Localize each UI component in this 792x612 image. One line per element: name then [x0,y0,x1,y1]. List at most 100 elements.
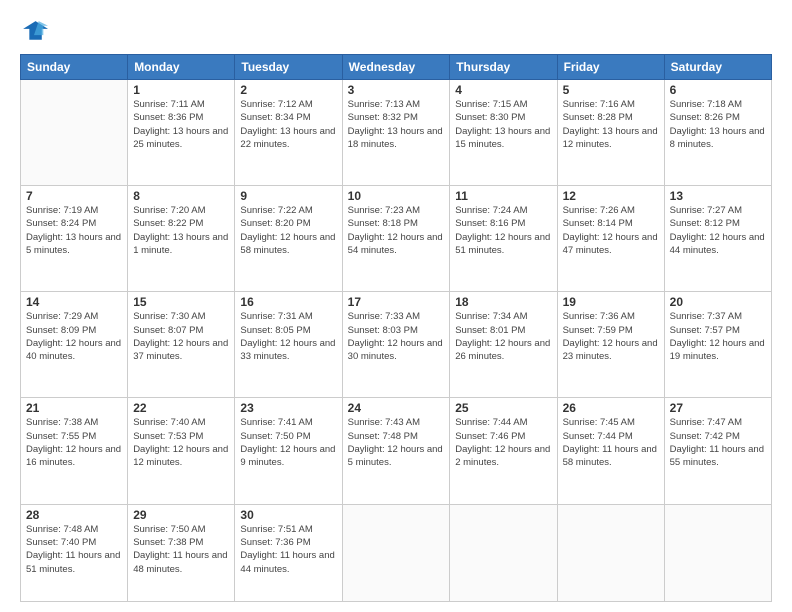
day-info: Sunrise: 7:18 AMSunset: 8:26 PMDaylight:… [670,98,766,151]
day-info: Sunrise: 7:23 AMSunset: 8:18 PMDaylight:… [348,204,445,257]
day-number: 2 [240,83,336,97]
day-info: Sunrise: 7:31 AMSunset: 8:05 PMDaylight:… [240,310,336,363]
day-number: 23 [240,401,336,415]
day-number: 6 [670,83,766,97]
day-number: 24 [348,401,445,415]
day-info: Sunrise: 7:27 AMSunset: 8:12 PMDaylight:… [670,204,766,257]
day-number: 13 [670,189,766,203]
day-number: 20 [670,295,766,309]
calendar-cell: 6Sunrise: 7:18 AMSunset: 8:26 PMDaylight… [664,80,771,186]
calendar-cell: 1Sunrise: 7:11 AMSunset: 8:36 PMDaylight… [128,80,235,186]
day-info: Sunrise: 7:11 AMSunset: 8:36 PMDaylight:… [133,98,229,151]
calendar-cell [664,504,771,601]
weekday-header-thursday: Thursday [450,55,557,80]
weekday-header-friday: Friday [557,55,664,80]
day-number: 17 [348,295,445,309]
day-info: Sunrise: 7:41 AMSunset: 7:50 PMDaylight:… [240,416,336,469]
day-number: 19 [563,295,659,309]
calendar-table: SundayMondayTuesdayWednesdayThursdayFrid… [20,54,772,602]
page: SundayMondayTuesdayWednesdayThursdayFrid… [0,0,792,612]
calendar-cell: 8Sunrise: 7:20 AMSunset: 8:22 PMDaylight… [128,186,235,292]
calendar-cell: 22Sunrise: 7:40 AMSunset: 7:53 PMDayligh… [128,398,235,504]
calendar-cell [557,504,664,601]
calendar-cell: 7Sunrise: 7:19 AMSunset: 8:24 PMDaylight… [21,186,128,292]
calendar-cell: 20Sunrise: 7:37 AMSunset: 7:57 PMDayligh… [664,292,771,398]
calendar-cell: 21Sunrise: 7:38 AMSunset: 7:55 PMDayligh… [21,398,128,504]
day-number: 5 [563,83,659,97]
day-info: Sunrise: 7:30 AMSunset: 8:07 PMDaylight:… [133,310,229,363]
day-info: Sunrise: 7:26 AMSunset: 8:14 PMDaylight:… [563,204,659,257]
calendar-cell: 27Sunrise: 7:47 AMSunset: 7:42 PMDayligh… [664,398,771,504]
weekday-header-sunday: Sunday [21,55,128,80]
day-info: Sunrise: 7:43 AMSunset: 7:48 PMDaylight:… [348,416,445,469]
day-number: 9 [240,189,336,203]
weekday-header-saturday: Saturday [664,55,771,80]
day-number: 28 [26,508,122,522]
calendar-cell [450,504,557,601]
calendar-cell: 16Sunrise: 7:31 AMSunset: 8:05 PMDayligh… [235,292,342,398]
week-row-5: 28Sunrise: 7:48 AMSunset: 7:40 PMDayligh… [21,504,772,601]
calendar-cell: 30Sunrise: 7:51 AMSunset: 7:36 PMDayligh… [235,504,342,601]
day-number: 15 [133,295,229,309]
calendar-cell: 26Sunrise: 7:45 AMSunset: 7:44 PMDayligh… [557,398,664,504]
day-number: 12 [563,189,659,203]
day-info: Sunrise: 7:19 AMSunset: 8:24 PMDaylight:… [26,204,122,257]
calendar-cell: 4Sunrise: 7:15 AMSunset: 8:30 PMDaylight… [450,80,557,186]
weekday-header-row: SundayMondayTuesdayWednesdayThursdayFrid… [21,55,772,80]
day-info: Sunrise: 7:37 AMSunset: 7:57 PMDaylight:… [670,310,766,363]
calendar-cell: 14Sunrise: 7:29 AMSunset: 8:09 PMDayligh… [21,292,128,398]
day-info: Sunrise: 7:38 AMSunset: 7:55 PMDaylight:… [26,416,122,469]
calendar-cell: 23Sunrise: 7:41 AMSunset: 7:50 PMDayligh… [235,398,342,504]
calendar-cell: 3Sunrise: 7:13 AMSunset: 8:32 PMDaylight… [342,80,450,186]
calendar-cell: 18Sunrise: 7:34 AMSunset: 8:01 PMDayligh… [450,292,557,398]
day-info: Sunrise: 7:33 AMSunset: 8:03 PMDaylight:… [348,310,445,363]
day-info: Sunrise: 7:34 AMSunset: 8:01 PMDaylight:… [455,310,551,363]
day-number: 30 [240,508,336,522]
day-info: Sunrise: 7:12 AMSunset: 8:34 PMDaylight:… [240,98,336,151]
day-number: 1 [133,83,229,97]
day-info: Sunrise: 7:45 AMSunset: 7:44 PMDaylight:… [563,416,659,469]
day-number: 11 [455,189,551,203]
week-row-3: 14Sunrise: 7:29 AMSunset: 8:09 PMDayligh… [21,292,772,398]
day-info: Sunrise: 7:40 AMSunset: 7:53 PMDaylight:… [133,416,229,469]
day-info: Sunrise: 7:44 AMSunset: 7:46 PMDaylight:… [455,416,551,469]
calendar-cell [21,80,128,186]
day-info: Sunrise: 7:48 AMSunset: 7:40 PMDaylight:… [26,523,122,576]
day-number: 22 [133,401,229,415]
calendar-cell: 15Sunrise: 7:30 AMSunset: 8:07 PMDayligh… [128,292,235,398]
day-info: Sunrise: 7:20 AMSunset: 8:22 PMDaylight:… [133,204,229,257]
calendar-cell: 19Sunrise: 7:36 AMSunset: 7:59 PMDayligh… [557,292,664,398]
day-info: Sunrise: 7:24 AMSunset: 8:16 PMDaylight:… [455,204,551,257]
day-info: Sunrise: 7:47 AMSunset: 7:42 PMDaylight:… [670,416,766,469]
calendar-cell: 24Sunrise: 7:43 AMSunset: 7:48 PMDayligh… [342,398,450,504]
weekday-header-wednesday: Wednesday [342,55,450,80]
day-number: 27 [670,401,766,415]
day-number: 14 [26,295,122,309]
day-info: Sunrise: 7:36 AMSunset: 7:59 PMDaylight:… [563,310,659,363]
calendar-cell: 12Sunrise: 7:26 AMSunset: 8:14 PMDayligh… [557,186,664,292]
weekday-header-tuesday: Tuesday [235,55,342,80]
calendar-cell: 29Sunrise: 7:50 AMSunset: 7:38 PMDayligh… [128,504,235,601]
calendar-cell: 25Sunrise: 7:44 AMSunset: 7:46 PMDayligh… [450,398,557,504]
day-info: Sunrise: 7:13 AMSunset: 8:32 PMDaylight:… [348,98,445,151]
calendar-cell: 17Sunrise: 7:33 AMSunset: 8:03 PMDayligh… [342,292,450,398]
day-number: 21 [26,401,122,415]
day-info: Sunrise: 7:50 AMSunset: 7:38 PMDaylight:… [133,523,229,576]
day-info: Sunrise: 7:29 AMSunset: 8:09 PMDaylight:… [26,310,122,363]
calendar-cell [342,504,450,601]
day-info: Sunrise: 7:16 AMSunset: 8:28 PMDaylight:… [563,98,659,151]
calendar-cell: 2Sunrise: 7:12 AMSunset: 8:34 PMDaylight… [235,80,342,186]
week-row-2: 7Sunrise: 7:19 AMSunset: 8:24 PMDaylight… [21,186,772,292]
day-info: Sunrise: 7:22 AMSunset: 8:20 PMDaylight:… [240,204,336,257]
header [20,18,772,46]
calendar-cell: 11Sunrise: 7:24 AMSunset: 8:16 PMDayligh… [450,186,557,292]
calendar-cell: 5Sunrise: 7:16 AMSunset: 8:28 PMDaylight… [557,80,664,186]
calendar-cell: 28Sunrise: 7:48 AMSunset: 7:40 PMDayligh… [21,504,128,601]
week-row-4: 21Sunrise: 7:38 AMSunset: 7:55 PMDayligh… [21,398,772,504]
day-number: 8 [133,189,229,203]
day-number: 4 [455,83,551,97]
day-number: 16 [240,295,336,309]
calendar-cell: 9Sunrise: 7:22 AMSunset: 8:20 PMDaylight… [235,186,342,292]
day-number: 7 [26,189,122,203]
day-number: 10 [348,189,445,203]
